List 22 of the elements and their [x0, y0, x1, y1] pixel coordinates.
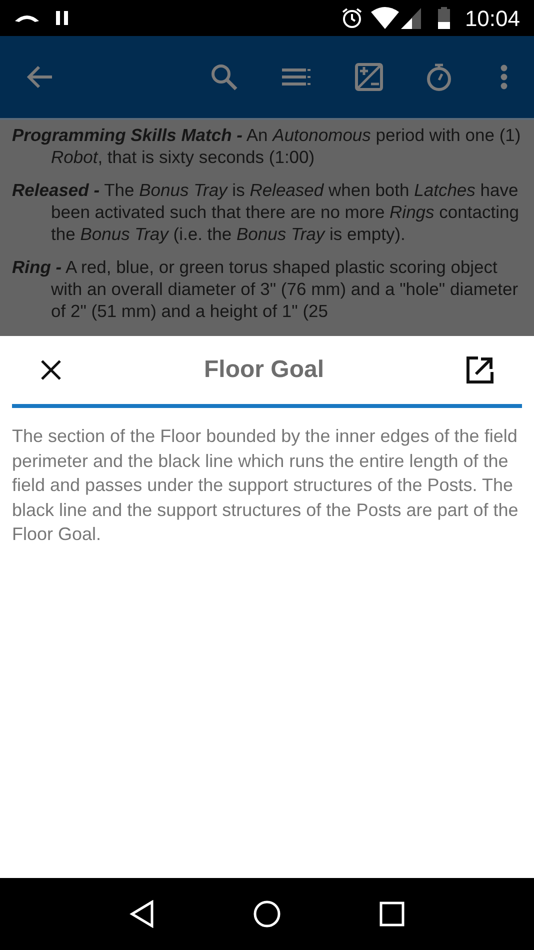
sheet-title: Floor Goal	[204, 355, 324, 385]
pause-icon	[55, 11, 69, 25]
back-nav-icon[interactable]	[129, 900, 155, 928]
plus-minus-button[interactable]	[355, 63, 383, 91]
stopwatch-button[interactable]	[426, 63, 452, 91]
list-button[interactable]	[282, 68, 312, 86]
call-icon	[14, 13, 40, 23]
definition-text: Released - The Bonus Tray is Released when both Latches have been activated such that there are no more Rings contacting the Bonus Tray (i.e. the Bonus Tray is empty).	[12, 179, 520, 245]
clock-time: 10:04	[464, 4, 520, 32]
sheet-description: The section of the Floor bounded by the inner edges of the field perimeter and the black line which runs the entire length of the field and passes under the support structures of the Posts. The black line and the support structures of the Posts are part of the Floor Goal.	[12, 425, 520, 546]
signal-icon	[400, 7, 423, 29]
more-button[interactable]	[500, 64, 508, 90]
alarm-icon	[340, 7, 363, 29]
definition-text: Programming Skills Match - An Autonomous period with one (1) Robot, that is sixty seconds (1:00)	[12, 124, 522, 168]
back-button[interactable]	[26, 65, 54, 89]
battery-icon	[436, 7, 451, 29]
definition-text: Ring - A red, blue, or green torus shaped plastic scoring object with an overall diameter of 3" (76 mm) and a "hole" diameter of 2" (51 mm) and a height of 1" (25	[12, 256, 520, 322]
close-button[interactable]	[40, 359, 62, 381]
search-button[interactable]	[210, 63, 238, 91]
open-external-button[interactable]	[466, 356, 494, 384]
home-nav-icon[interactable]	[253, 900, 281, 928]
recents-nav-icon[interactable]	[379, 901, 405, 927]
